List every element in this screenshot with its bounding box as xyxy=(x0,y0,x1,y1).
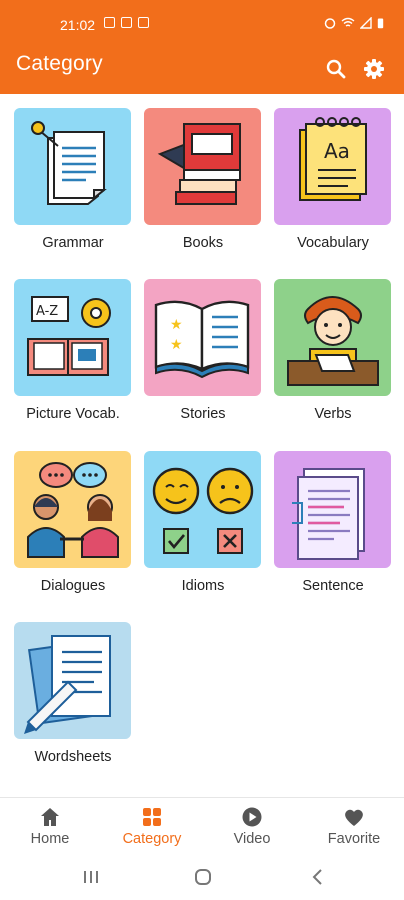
bottom-nav: Home Category Video Favorite xyxy=(0,797,404,854)
grid-icon xyxy=(143,808,161,826)
status-time: 21:02 xyxy=(60,17,96,33)
category-label: Sentence xyxy=(302,578,364,594)
category-label: Verbs xyxy=(314,406,352,422)
battery-icon xyxy=(377,18,384,29)
nav-label: Video xyxy=(233,831,271,847)
svg-text:Aa: Aa xyxy=(324,139,350,163)
category-tile-vocabulary[interactable]: Aa Vocabulary xyxy=(274,108,392,251)
status-bar: 21:02 xyxy=(0,0,404,44)
wordsheets-image xyxy=(14,622,131,739)
category-tile-grammar[interactable]: Grammar xyxy=(14,108,132,251)
grammar-image xyxy=(14,108,131,225)
picture-vocab-image: A-Z xyxy=(14,279,131,396)
heart-icon xyxy=(345,809,363,826)
signal-icon xyxy=(360,17,372,29)
category-tile-picture-vocab[interactable]: A-Z Picture Vocab. xyxy=(14,279,132,422)
play-circle-icon xyxy=(242,807,262,827)
category-tile-dialogues[interactable]: Dialogues xyxy=(14,451,132,594)
nav-label: Favorite xyxy=(327,831,381,847)
category-label: Grammar xyxy=(42,235,104,251)
nav-label: Home xyxy=(30,831,70,847)
verbs-image xyxy=(274,279,391,396)
message-notification-icon xyxy=(121,17,132,28)
category-label: Idioms xyxy=(181,578,225,594)
category-tile-sentence[interactable]: Sentence xyxy=(274,451,392,594)
category-tile-stories[interactable]: ★ ★ Stories xyxy=(144,279,262,422)
category-label: Vocabulary xyxy=(297,235,369,251)
home-icon xyxy=(41,808,59,826)
home-circle-icon[interactable] xyxy=(194,868,212,886)
stories-image: ★ ★ xyxy=(144,279,261,396)
category-label: Picture Vocab. xyxy=(26,406,120,422)
recent-apps-icon[interactable] xyxy=(82,869,100,885)
category-tile-books[interactable]: Books xyxy=(144,108,262,251)
system-navigation-bar xyxy=(0,853,404,900)
check-notification-icon xyxy=(138,17,149,28)
alarm-icon xyxy=(324,18,336,29)
page-title: Category xyxy=(16,52,103,75)
books-image xyxy=(144,108,261,225)
back-icon[interactable] xyxy=(310,868,324,886)
search-icon[interactable] xyxy=(324,57,348,81)
app-bar: Category xyxy=(0,44,404,94)
wifi-icon xyxy=(341,17,355,27)
gear-icon[interactable] xyxy=(362,57,386,81)
category-label: Books xyxy=(182,235,224,251)
sentence-image xyxy=(274,451,391,568)
category-label: Dialogues xyxy=(40,578,106,594)
image-notification-icon xyxy=(104,17,115,28)
category-tile-wordsheets[interactable]: Wordsheets xyxy=(14,622,132,765)
nav-item-category[interactable]: Category xyxy=(102,806,202,847)
svg-text:A-Z: A-Z xyxy=(36,304,58,319)
category-tile-verbs[interactable]: Verbs xyxy=(274,279,392,422)
category-tile-idioms[interactable]: Idioms xyxy=(144,451,262,594)
svg-text:★: ★ xyxy=(170,336,183,352)
nav-item-video[interactable]: Video xyxy=(202,806,302,847)
nav-item-favorite[interactable]: Favorite xyxy=(304,806,404,847)
nav-item-home[interactable]: Home xyxy=(0,806,100,847)
nav-label: Category xyxy=(122,831,182,847)
category-label: Wordsheets xyxy=(34,749,112,765)
idioms-image xyxy=(144,451,261,568)
category-label: Stories xyxy=(180,406,226,422)
vocabulary-image: Aa xyxy=(274,108,391,225)
svg-text:★: ★ xyxy=(170,316,183,332)
dialogues-image xyxy=(14,451,131,568)
